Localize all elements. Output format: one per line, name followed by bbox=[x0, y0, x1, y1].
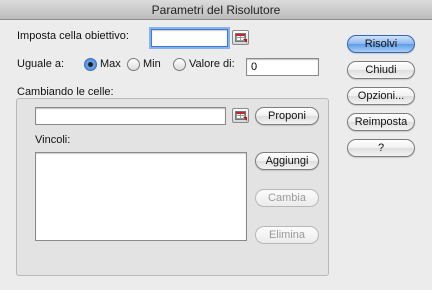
value-of-input[interactable] bbox=[246, 58, 319, 76]
radio-value-of[interactable] bbox=[173, 58, 186, 71]
change-constraint-button[interactable]: Cambia bbox=[255, 189, 319, 207]
changing-cells-ref-button[interactable] bbox=[232, 108, 249, 123]
window-title: Parametri del Risolutore bbox=[0, 0, 432, 20]
radio-max[interactable] bbox=[84, 58, 97, 71]
help-button[interactable]: ? bbox=[347, 139, 415, 157]
target-cell-ref-button[interactable] bbox=[232, 30, 249, 45]
solve-button[interactable]: Risolvi bbox=[347, 35, 415, 53]
equal-to-label: Uguale a: bbox=[17, 58, 65, 70]
target-cell-label: Imposta cella obiettivo: bbox=[17, 30, 129, 42]
radio-max-label[interactable]: Max bbox=[100, 58, 121, 70]
options-button[interactable]: Opzioni... bbox=[347, 87, 415, 105]
collapse-arrow-icon bbox=[243, 117, 247, 121]
reset-button[interactable]: Reimposta bbox=[347, 113, 415, 131]
target-cell-input[interactable] bbox=[151, 29, 228, 47]
radio-min-label[interactable]: Min bbox=[143, 58, 161, 70]
collapse-arrow-icon bbox=[243, 39, 247, 43]
changing-cells-input[interactable] bbox=[35, 107, 226, 125]
constraints-list[interactable] bbox=[35, 152, 247, 241]
delete-constraint-button[interactable]: Elimina bbox=[255, 226, 319, 244]
radio-value-of-label[interactable]: Valore di: bbox=[189, 58, 235, 70]
radio-min[interactable] bbox=[127, 58, 140, 71]
constraints-label: Vincoli: bbox=[35, 134, 71, 146]
close-button[interactable]: Chiudi bbox=[347, 61, 415, 79]
changing-cells-label: Cambiando le celle: bbox=[17, 86, 114, 98]
guess-button[interactable]: Proponi bbox=[255, 107, 319, 125]
add-constraint-button[interactable]: Aggiungi bbox=[255, 152, 319, 170]
